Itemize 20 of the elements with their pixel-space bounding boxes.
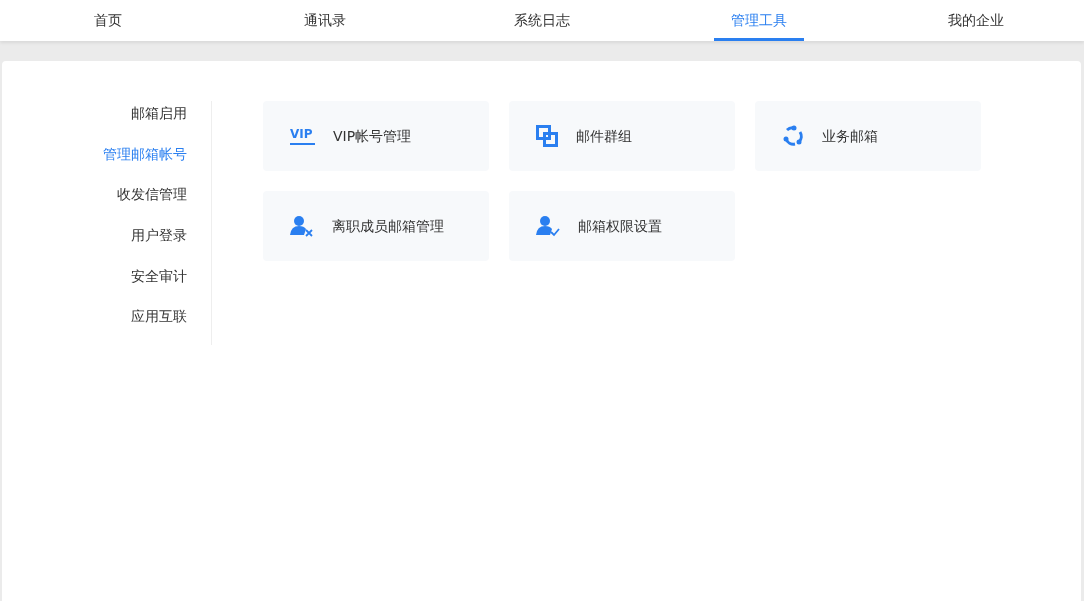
nav-tab[interactable]: 首页 [63,0,154,41]
user-check-icon [536,215,560,237]
tool-tile[interactable]: 邮件群组 [509,101,735,171]
sidebar-item[interactable]: 安全审计 [131,263,187,305]
tool-tile[interactable]: 邮箱权限设置 [509,191,735,261]
group-icon [536,125,558,147]
nav-tab[interactable]: 通讯录 [280,0,371,41]
cycle-icon [782,125,804,147]
nav-tab[interactable]: 系统日志 [497,0,587,41]
sidebar-item[interactable]: 应用互联 [131,304,187,346]
tool-tile[interactable]: VIP VIP帐号管理 [263,101,489,171]
sidebar-item[interactable]: 邮箱启用 [131,101,187,142]
tool-tile[interactable]: 离职成员邮箱管理 [263,191,489,261]
tool-tile[interactable]: 业务邮箱 [755,101,981,171]
nav-tab[interactable]: 我的企业 [930,0,1021,41]
sidebar-item[interactable]: 管理邮箱帐号 [103,141,187,183]
nav-tab[interactable]: 管理工具 [713,0,804,41]
sidebar-item[interactable]: 收发信管理 [117,182,187,223]
sidebar-item[interactable]: 用户登录 [131,223,187,264]
user-remove-icon [290,215,314,237]
